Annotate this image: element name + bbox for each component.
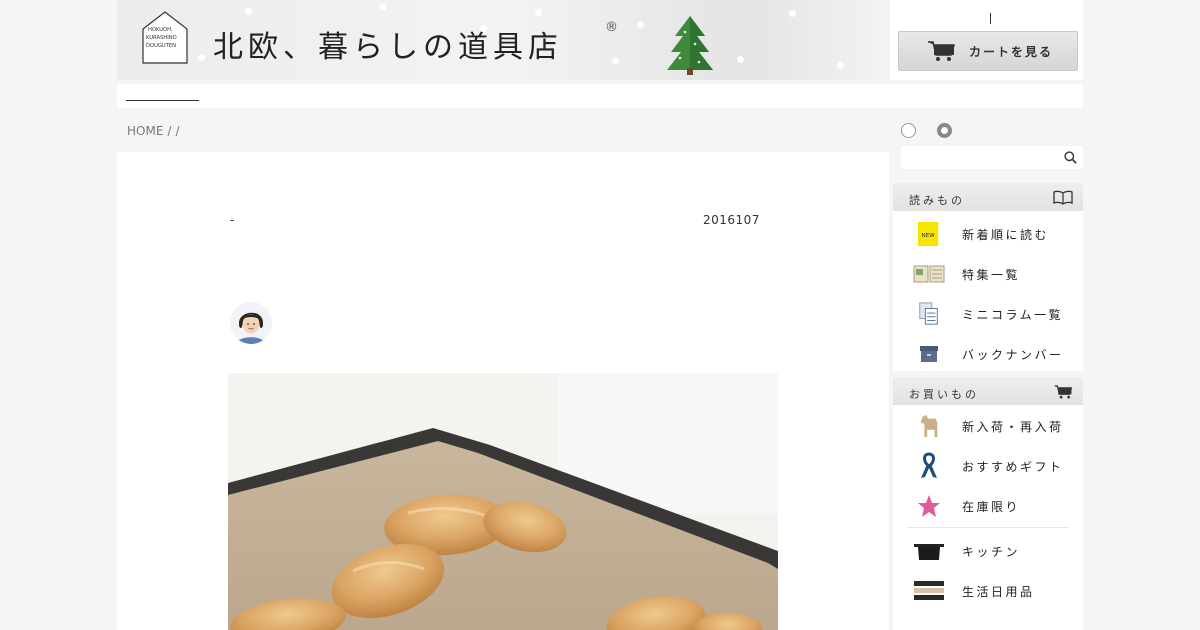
article-category: - xyxy=(230,213,235,227)
breadcrumb: HOME / / xyxy=(127,124,180,138)
sidebar-item-new-articles[interactable]: NEW 新着順に読む xyxy=(893,213,1083,253)
snow-dot xyxy=(245,8,252,15)
archive-box-icon xyxy=(913,341,945,367)
view-option-radio-2[interactable] xyxy=(937,123,952,138)
cart-icon xyxy=(928,41,955,61)
snow-dot xyxy=(198,54,205,61)
dala-horse-icon xyxy=(913,413,945,439)
header-divider xyxy=(990,13,991,24)
svg-text:DOUGUTEN: DOUGUTEN xyxy=(146,43,176,49)
pot-icon xyxy=(913,538,945,564)
snow-dot xyxy=(637,21,644,28)
logo-house-icon[interactable]: HOKUOH, KURASHINO DOUGUTEN xyxy=(141,9,189,65)
sidebar-item-backnumber[interactable]: バックナンバー xyxy=(893,333,1083,373)
sidebar-item-label: ミニコラム一覧 xyxy=(962,308,1064,322)
snow-dot xyxy=(612,57,619,64)
site-search xyxy=(901,146,1083,169)
read-heading-label: 読みもの xyxy=(909,194,965,207)
cart-icon xyxy=(1054,385,1073,399)
svg-text:HOKUOH,: HOKUOH, xyxy=(148,27,173,33)
sidebar-item-kitchen[interactable]: キッチン xyxy=(893,530,1083,570)
new-badge-icon: NEW xyxy=(913,221,945,247)
sidebar-shop-heading: お買いもの xyxy=(893,377,1083,405)
global-nav xyxy=(117,84,1083,108)
article-main: - 2016107 xyxy=(117,152,889,630)
registered-mark: ® xyxy=(605,20,618,35)
sidebar-item-label: 新着順に読む xyxy=(962,228,1050,242)
sidebar-divider xyxy=(907,527,1069,528)
snow-dot xyxy=(837,62,844,69)
document-icon xyxy=(913,301,945,327)
article-hero-image xyxy=(228,373,778,630)
sidebar-item-last-stock[interactable]: 在庫限り xyxy=(893,485,1083,525)
sidebar-item-mini-columns[interactable]: ミニコラム一覧 xyxy=(893,293,1083,333)
snow-dot xyxy=(380,4,387,11)
sidebar-item-label: 在庫限り xyxy=(962,500,1021,514)
search-input[interactable] xyxy=(901,146,1056,169)
sidebar-item-gifts[interactable]: おすすめギフト xyxy=(893,445,1083,485)
svg-text:NEW: NEW xyxy=(922,233,936,239)
bread-tray-photo xyxy=(228,373,778,630)
sidebar-item-label: キッチン xyxy=(962,545,1021,559)
snow-dot xyxy=(737,56,744,63)
book-icon xyxy=(1053,190,1073,205)
sidebar-item-features[interactable]: 特集一覧 xyxy=(893,253,1083,293)
sidebar-item-daily-goods[interactable]: 生活日用品 xyxy=(893,570,1083,610)
svg-text:KURASHINO: KURASHINO xyxy=(146,35,177,41)
view-option-radio-1[interactable] xyxy=(901,123,916,138)
sidebar-item-label: おすすめギフト xyxy=(962,460,1064,474)
breadcrumb-separator: / xyxy=(175,124,180,138)
author-avatar[interactable] xyxy=(230,302,272,344)
sidebar-read-panel: 読みもの NEW 新着順に読む 特集一覧 ミニコラム一覧 バックナンバー xyxy=(893,183,1083,371)
sidebar-item-label: 新入荷・再入荷 xyxy=(962,420,1064,434)
snow-dot xyxy=(535,9,542,16)
sidebar-item-new-arrivals[interactable]: 新入荷・再入荷 xyxy=(893,405,1083,445)
breadcrumb-separator: / xyxy=(167,124,172,138)
article-date: 2016107 xyxy=(703,213,760,227)
author-photo-icon xyxy=(230,302,272,344)
shop-heading-label: お買いもの xyxy=(909,388,979,401)
towels-icon xyxy=(913,578,945,604)
sidebar-item-label: 生活日用品 xyxy=(962,585,1035,599)
site-title-link[interactable]: 北欧、暮らしの道具店 xyxy=(213,22,563,66)
christmas-tree-icon xyxy=(667,16,713,75)
nav-active-underline xyxy=(126,100,199,101)
sidebar-shop-panel: お買いもの 新入荷・再入荷 おすすめギフト 在庫限り キッチン 生活日用品 xyxy=(893,377,1083,630)
sidebar-item-label: バックナンバー xyxy=(962,348,1064,362)
sidebar-item-label: 特集一覧 xyxy=(962,268,1021,282)
snow-dot xyxy=(789,10,796,17)
star-icon xyxy=(913,493,945,519)
search-icon[interactable] xyxy=(1064,151,1077,164)
sidebar-read-heading: 読みもの xyxy=(893,183,1083,211)
view-cart-button[interactable]: カートを見る xyxy=(898,31,1078,71)
magazine-icon xyxy=(913,261,945,287)
ribbon-icon xyxy=(913,452,945,479)
view-cart-label: カートを見る xyxy=(969,44,1054,59)
breadcrumb-home-link[interactable]: HOME xyxy=(127,124,163,138)
